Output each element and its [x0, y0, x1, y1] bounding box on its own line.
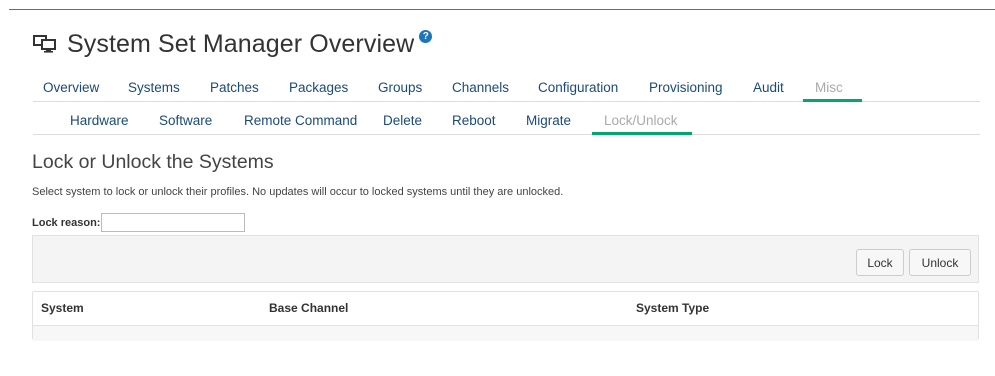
page-header: System Set Manager Overview ?	[33, 28, 433, 60]
tab-systems[interactable]: Systems	[128, 79, 180, 97]
unlock-button[interactable]: Unlock	[909, 249, 971, 276]
table-header: System Base Channel System Type	[33, 292, 978, 326]
subtab-reboot[interactable]: Reboot	[452, 112, 496, 130]
help-icon[interactable]: ?	[419, 29, 433, 43]
lock-reason-label: Lock reason:	[32, 216, 101, 229]
subtab-delete[interactable]: Delete	[383, 112, 422, 130]
tab-configuration[interactable]: Configuration	[538, 79, 618, 97]
subtab-migrate[interactable]: Migrate	[526, 112, 571, 130]
tab-provisioning[interactable]: Provisioning	[649, 79, 723, 97]
action-panel: Lock Unlock	[32, 235, 979, 283]
systems-table: System Base Channel System Type	[32, 291, 979, 341]
subtab-software[interactable]: Software	[159, 112, 212, 130]
lock-reason-row: Lock reason:	[32, 213, 246, 232]
secondary-tabs: Hardware Software Remote Command Delete …	[33, 112, 980, 135]
lock-button[interactable]: Lock	[856, 249, 904, 276]
column-header-system-type[interactable]: System Type	[636, 301, 709, 315]
lock-reason-input[interactable]	[101, 213, 246, 232]
tab-patches[interactable]: Patches	[210, 79, 259, 97]
page-title: System Set Manager Overview	[67, 29, 415, 58]
top-divider	[9, 9, 995, 10]
column-header-base-channel[interactable]: Base Channel	[269, 301, 348, 315]
column-header-system[interactable]: System	[41, 301, 84, 315]
tab-overview[interactable]: Overview	[43, 79, 99, 97]
table-body	[33, 326, 978, 341]
subtab-remote-command[interactable]: Remote Command	[244, 112, 357, 130]
tab-packages[interactable]: Packages	[289, 79, 348, 97]
section-title: Lock or Unlock the Systems	[32, 151, 274, 173]
tab-groups[interactable]: Groups	[378, 79, 422, 97]
subtab-lock-unlock[interactable]: Lock/Unlock	[592, 112, 692, 135]
tab-audit[interactable]: Audit	[753, 79, 784, 97]
primary-tabs: Overview Systems Patches Packages Groups…	[33, 79, 980, 102]
section-description: Select system to lock or unlock their pr…	[32, 186, 564, 198]
monitor-icon	[33, 34, 57, 54]
tab-channels[interactable]: Channels	[452, 79, 509, 97]
tab-misc[interactable]: Misc	[803, 79, 862, 102]
subtab-hardware[interactable]: Hardware	[70, 112, 129, 130]
